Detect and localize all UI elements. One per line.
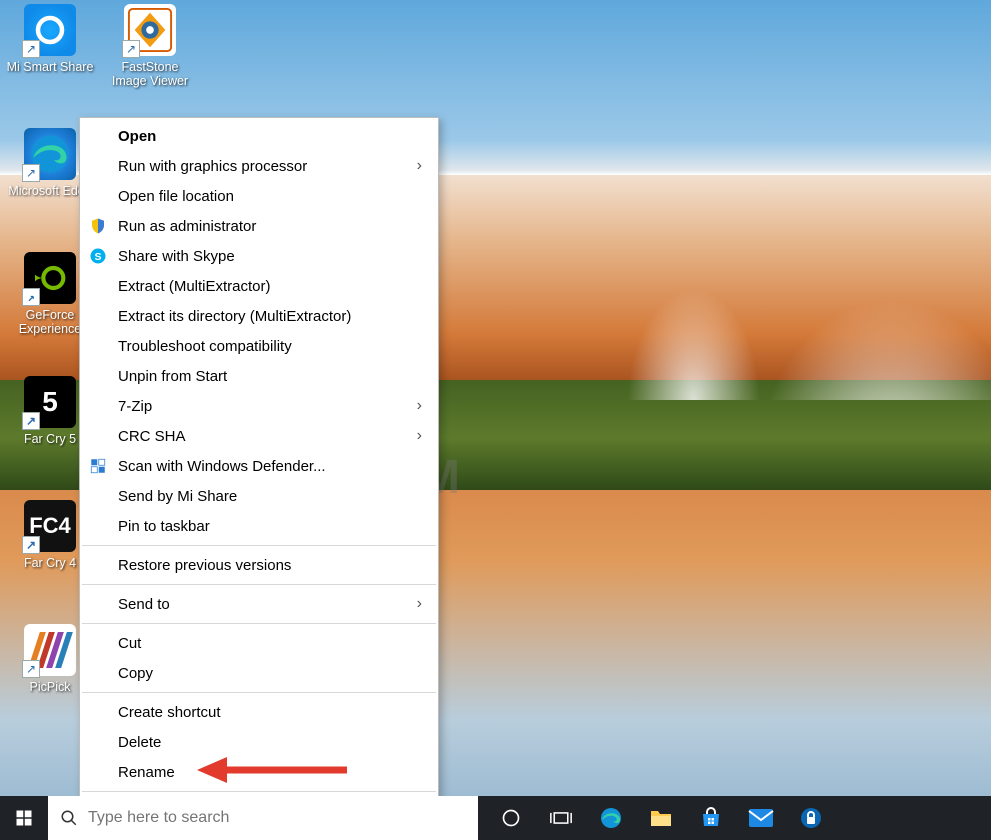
menu-item-extract-multiextractor[interactable]: Extract (MultiExtractor): [80, 271, 438, 301]
taskbar-search[interactable]: [48, 796, 478, 840]
task-view-icon: [550, 808, 572, 828]
menu-separator: [82, 692, 436, 693]
edge-icon: [599, 806, 623, 830]
menu-item-restore-versions[interactable]: Restore previous versions: [80, 550, 438, 580]
context-menu: Open Run with graphics processor › Open f…: [79, 117, 439, 830]
menu-item-open-file-location[interactable]: Open file location: [80, 181, 438, 211]
chevron-right-icon: ›: [417, 397, 422, 415]
far-cry-4-icon: FC4 ↗: [24, 500, 76, 552]
menu-item-crc-sha[interactable]: CRC SHA ›: [80, 421, 438, 451]
menu-item-label: Restore previous versions: [118, 557, 291, 574]
menu-item-label: Run with graphics processor: [118, 158, 307, 175]
menu-item-label: Open: [118, 128, 156, 145]
picpick-icon: ↗: [24, 624, 76, 676]
menu-item-unpin-start[interactable]: Unpin from Start: [80, 361, 438, 391]
menu-item-label: Pin to taskbar: [118, 518, 210, 535]
defender-shield-icon: [88, 456, 108, 476]
menu-item-cut[interactable]: Cut: [80, 628, 438, 658]
far-cry-5-icon: 5 ↗: [24, 376, 76, 428]
desktop-icon-mi-smart-share[interactable]: ↗ Mi Smart Share: [8, 4, 92, 100]
windows-logo-icon: [15, 809, 33, 827]
menu-item-label: Unpin from Start: [118, 368, 227, 385]
menu-item-label: Troubleshoot compatibility: [118, 338, 292, 355]
menu-item-label: Cut: [118, 635, 141, 652]
desktop-icon-label: Mi Smart Share: [5, 60, 95, 74]
chevron-right-icon: ›: [417, 595, 422, 613]
menu-item-7zip[interactable]: 7-Zip ›: [80, 391, 438, 421]
menu-item-troubleshoot[interactable]: Troubleshoot compatibility: [80, 331, 438, 361]
mi-smart-share-icon: ↗: [24, 4, 76, 56]
cortana-icon: [501, 808, 521, 828]
desktop-icon-faststone[interactable]: ↗ FastStone Image Viewer: [108, 4, 192, 100]
shortcut-arrow-icon: ↗: [22, 40, 40, 58]
menu-item-extract-dir-multiextractor[interactable]: Extract its directory (MultiExtractor): [80, 301, 438, 331]
shield-admin-icon: [88, 216, 108, 236]
taskbar-edge[interactable]: [586, 796, 636, 840]
svg-text:S: S: [94, 251, 101, 263]
shortcut-arrow-icon: ↗: [22, 412, 40, 430]
menu-separator: [82, 545, 436, 546]
shortcut-arrow-icon: ↗: [122, 40, 140, 58]
taskbar-cortana[interactable]: [486, 796, 536, 840]
menu-item-label: Extract (MultiExtractor): [118, 278, 271, 295]
chevron-right-icon: ›: [417, 427, 422, 445]
menu-item-label: 7-Zip: [118, 398, 152, 415]
menu-item-send-to[interactable]: Send to ›: [80, 589, 438, 619]
menu-item-label: Scan with Windows Defender...: [118, 458, 326, 475]
lock-shield-icon: [800, 806, 822, 830]
menu-item-label: Extract its directory (MultiExtractor): [118, 308, 351, 325]
taskbar-mail[interactable]: [736, 796, 786, 840]
menu-item-windows-defender[interactable]: Scan with Windows Defender...: [80, 451, 438, 481]
menu-item-run-as-admin[interactable]: Run as administrator: [80, 211, 438, 241]
menu-item-copy[interactable]: Copy: [80, 658, 438, 688]
shortcut-arrow-icon: ↗: [22, 536, 40, 554]
menu-item-open[interactable]: Open: [80, 121, 438, 151]
menu-item-run-graphics[interactable]: Run with graphics processor ›: [80, 151, 438, 181]
edge-icon: ↗: [24, 128, 76, 180]
geforce-icon: ↗: [24, 252, 76, 304]
menu-item-create-shortcut[interactable]: Create shortcut: [80, 697, 438, 727]
faststone-icon: ↗: [124, 4, 176, 56]
start-button[interactable]: [0, 796, 48, 840]
taskbar-task-view[interactable]: [536, 796, 586, 840]
desktop[interactable]: M ↗ Mi Smart Share ↗ Microsoft Edge ↗ Ge…: [0, 0, 991, 840]
menu-item-label: Create shortcut: [118, 704, 221, 721]
menu-separator: [82, 623, 436, 624]
taskbar-pins: [486, 796, 836, 840]
skype-icon: S: [88, 246, 108, 266]
menu-item-delete[interactable]: Delete: [80, 727, 438, 757]
menu-item-label: Run as administrator: [118, 218, 256, 235]
shortcut-arrow-icon: ↗: [22, 660, 40, 678]
desktop-icon-label: FastStone Image Viewer: [105, 60, 195, 88]
menu-item-send-mi-share[interactable]: Send by Mi Share: [80, 481, 438, 511]
menu-item-label: CRC SHA: [118, 428, 186, 445]
search-icon: [60, 809, 78, 827]
menu-item-label: Send by Mi Share: [118, 488, 237, 505]
mail-icon: [748, 808, 774, 828]
store-icon: [699, 806, 723, 830]
taskbar-security[interactable]: [786, 796, 836, 840]
menu-item-pin-taskbar[interactable]: Pin to taskbar: [80, 511, 438, 541]
taskbar-store[interactable]: [686, 796, 736, 840]
menu-separator: [82, 791, 436, 792]
desktop-icons-col-2: ↗ FastStone Image Viewer: [108, 4, 192, 128]
menu-item-share-skype[interactable]: S Share with Skype: [80, 241, 438, 271]
menu-item-label: Share with Skype: [118, 248, 235, 265]
menu-item-label: Copy: [118, 665, 153, 682]
shortcut-arrow-icon: ↗: [22, 164, 40, 182]
shortcut-arrow-icon: ↗: [22, 288, 40, 306]
chevron-right-icon: ›: [417, 157, 422, 175]
menu-item-label: Rename: [118, 764, 175, 781]
menu-separator: [82, 584, 436, 585]
menu-item-label: Delete: [118, 734, 161, 751]
menu-item-rename[interactable]: Rename: [80, 757, 438, 787]
taskbar-search-input[interactable]: [88, 809, 466, 827]
taskbar-file-explorer[interactable]: [636, 796, 686, 840]
taskbar: [0, 796, 991, 840]
menu-item-label: Open file location: [118, 188, 234, 205]
folder-icon: [649, 807, 673, 829]
menu-item-label: Send to: [118, 596, 170, 613]
